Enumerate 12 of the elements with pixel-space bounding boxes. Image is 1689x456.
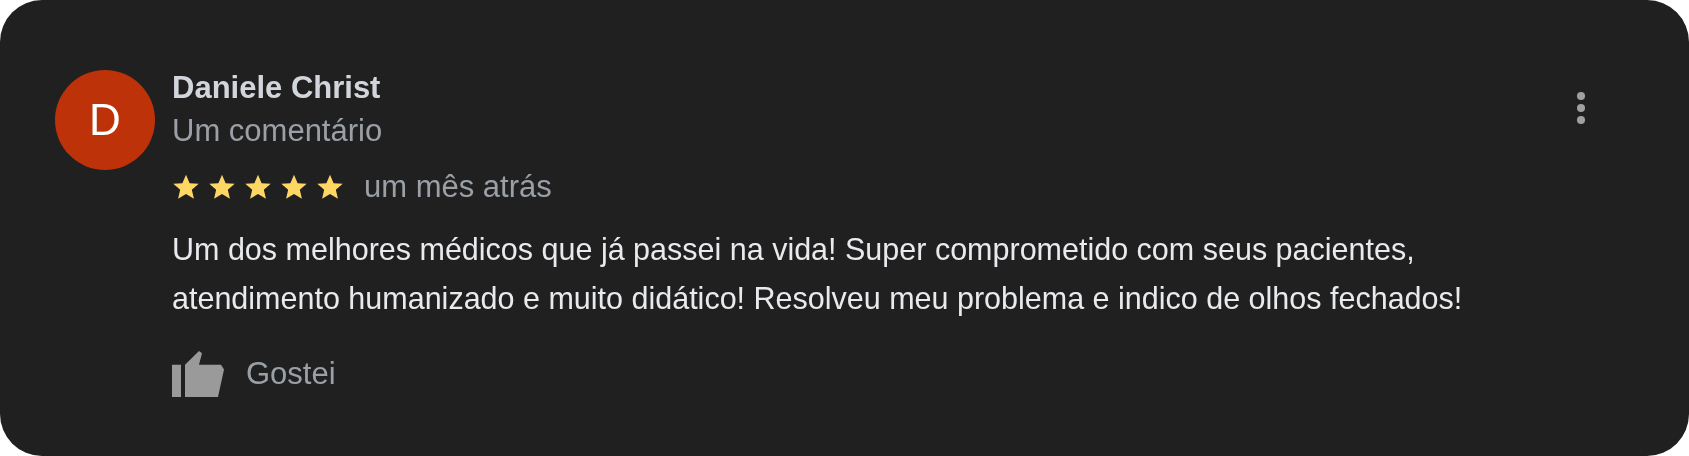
review-count: Um comentário: [172, 112, 383, 150]
star-icon: [316, 173, 344, 201]
avatar: D: [55, 70, 155, 170]
more-options-icon[interactable]: [1576, 91, 1586, 125]
review-text: Um dos melhores médicos que já passei na vida! Super comprometido com seus pacientes, atendimento humanizado e muito didático! Resolveu meu problema e indico de olhos fechados!: [172, 231, 1464, 318]
star-icon: [280, 173, 308, 201]
like-button[interactable]: Gostei: [172, 351, 336, 397]
review-date: um mês atrás: [364, 169, 552, 205]
star-icon: [172, 173, 200, 201]
author-name[interactable]: Daniele Christ: [172, 70, 381, 106]
star-icon: [244, 173, 272, 201]
star-icon: [208, 173, 236, 201]
